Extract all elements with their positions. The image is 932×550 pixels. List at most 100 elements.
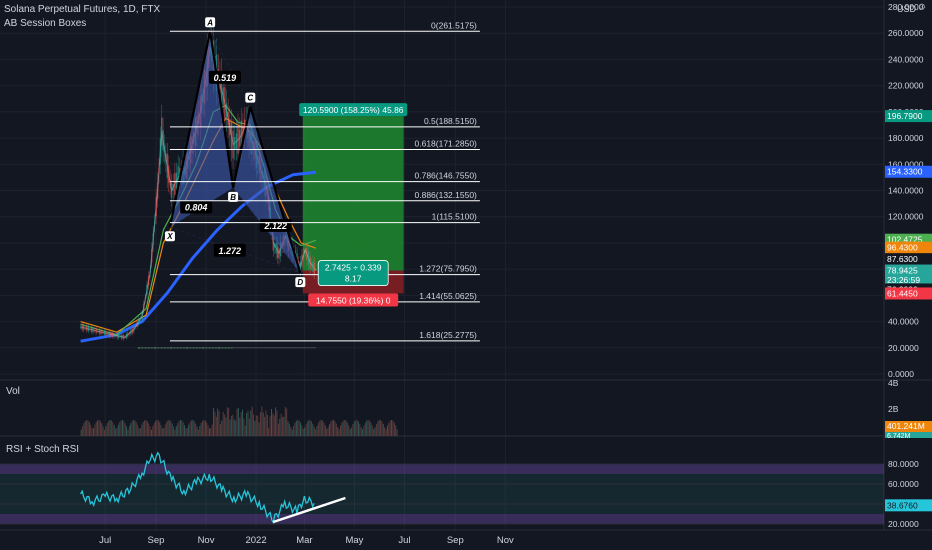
volume-bar [233, 419, 235, 436]
candle-body [158, 168, 160, 174]
volume-bar [232, 414, 234, 436]
position-ratio-line2: 8.17 [345, 274, 362, 284]
volume-bar [86, 420, 88, 436]
candle-body [97, 331, 99, 332]
rsi-tick-label: 20.0000 [888, 519, 919, 529]
volume-bar [186, 427, 188, 436]
candle-body [163, 145, 166, 153]
chart-canvas[interactable]: XABCD0.5190.8042.1221.2720(261.5175)0.5(… [0, 0, 932, 550]
volume-bar [382, 423, 384, 436]
volume-label[interactable]: Vol [6, 386, 20, 397]
volume-bar [378, 420, 380, 436]
volume-bar [106, 423, 108, 436]
candle-body [111, 332, 114, 337]
candle-body [84, 327, 86, 329]
volume-bar [141, 424, 143, 436]
time-tick-label: Sep [447, 535, 464, 546]
candle-body [127, 332, 129, 337]
rsi-overbought-band [0, 464, 884, 474]
fib-level-label: 1(115.5100) [432, 212, 477, 222]
candle-body [89, 329, 91, 330]
volume-bar [167, 420, 169, 436]
volume-bar [265, 410, 267, 436]
volume-bar [374, 427, 376, 436]
volume-bar [243, 418, 245, 436]
candle-body [105, 330, 107, 336]
volume-bar [150, 429, 152, 436]
candle-body [117, 334, 120, 338]
harmonic-ratio-label: 0.519 [214, 73, 237, 83]
volume-bar [308, 420, 310, 436]
time-axis[interactable]: Jul Sep Nov 2022 Mar May Jul Sep Nov [99, 535, 514, 546]
currency-label[interactable]: USD [897, 4, 916, 14]
candle-body [156, 182, 159, 199]
candle-body [90, 327, 93, 332]
volume-bar [262, 412, 264, 436]
indicator-label[interactable]: AB Session Boxes [4, 18, 86, 29]
candle-body [309, 256, 311, 269]
volume-bar [130, 423, 132, 436]
volume-bar [323, 422, 325, 436]
volume-bar [335, 423, 337, 436]
candle-body [93, 330, 96, 332]
settings-icon[interactable]: ⚙ [918, 2, 926, 13]
profit-zone[interactable] [302, 116, 404, 271]
candle-body [98, 329, 101, 334]
volume-bar [248, 418, 250, 436]
candle-body [313, 262, 316, 275]
volume-bar [351, 427, 353, 436]
harmonic-point-label: D [297, 278, 303, 287]
candle-body [312, 261, 314, 272]
volume-bar [317, 422, 319, 436]
candle-body [310, 264, 313, 266]
candle-body [131, 328, 134, 333]
candle-body [102, 332, 104, 334]
volume-bar [88, 422, 90, 436]
volume-badge-label: 401.241M [887, 421, 925, 431]
volume-bar [375, 424, 377, 436]
volume-bar [133, 420, 134, 436]
candle-body [222, 87, 224, 105]
volume-bar [80, 430, 82, 436]
volume-bar [357, 421, 359, 436]
volume-bar [215, 416, 217, 436]
volume-bar [264, 416, 266, 436]
volume-bar [121, 420, 123, 436]
position-stop-label: 14.7550 (19.36%) 0 [316, 295, 391, 305]
price-badge-label: 87.6300 [887, 254, 918, 264]
fib-level-label: 1.618(25.2775) [419, 330, 477, 340]
volume-bar [319, 420, 321, 436]
fib-level-label: 0(261.5175) [431, 20, 477, 30]
volume-bar [145, 420, 147, 436]
volume-bar [288, 423, 290, 436]
volume-bar [138, 428, 140, 436]
volume-bar [157, 420, 159, 436]
candle-body [307, 251, 310, 265]
volume-pane [80, 406, 398, 436]
candle-body [302, 254, 305, 257]
volume-bar [117, 424, 119, 436]
candle-body [147, 276, 150, 286]
volume-bar [352, 424, 354, 436]
volume-bar [99, 421, 101, 436]
volume-bar [208, 428, 210, 436]
volume-bar [377, 421, 379, 436]
volume-bar [331, 420, 333, 436]
volume-tick-label: 4B [888, 378, 899, 388]
volume-bar [170, 421, 172, 436]
candle-body [159, 138, 162, 164]
rsi-label[interactable]: RSI + Stoch RSI [6, 444, 79, 455]
candle-body [138, 319, 140, 325]
volume-bar [173, 426, 175, 436]
candle-body [134, 326, 137, 328]
volume-bar [384, 427, 386, 436]
candle-body [306, 248, 308, 260]
candle-body [103, 330, 106, 335]
candle-body [87, 326, 90, 332]
volume-bar [190, 420, 192, 436]
volume-bar [104, 429, 106, 436]
volume-bar [322, 420, 324, 436]
volume-bar [139, 427, 141, 436]
volume-bar [275, 407, 277, 436]
volume-bar [393, 422, 395, 436]
